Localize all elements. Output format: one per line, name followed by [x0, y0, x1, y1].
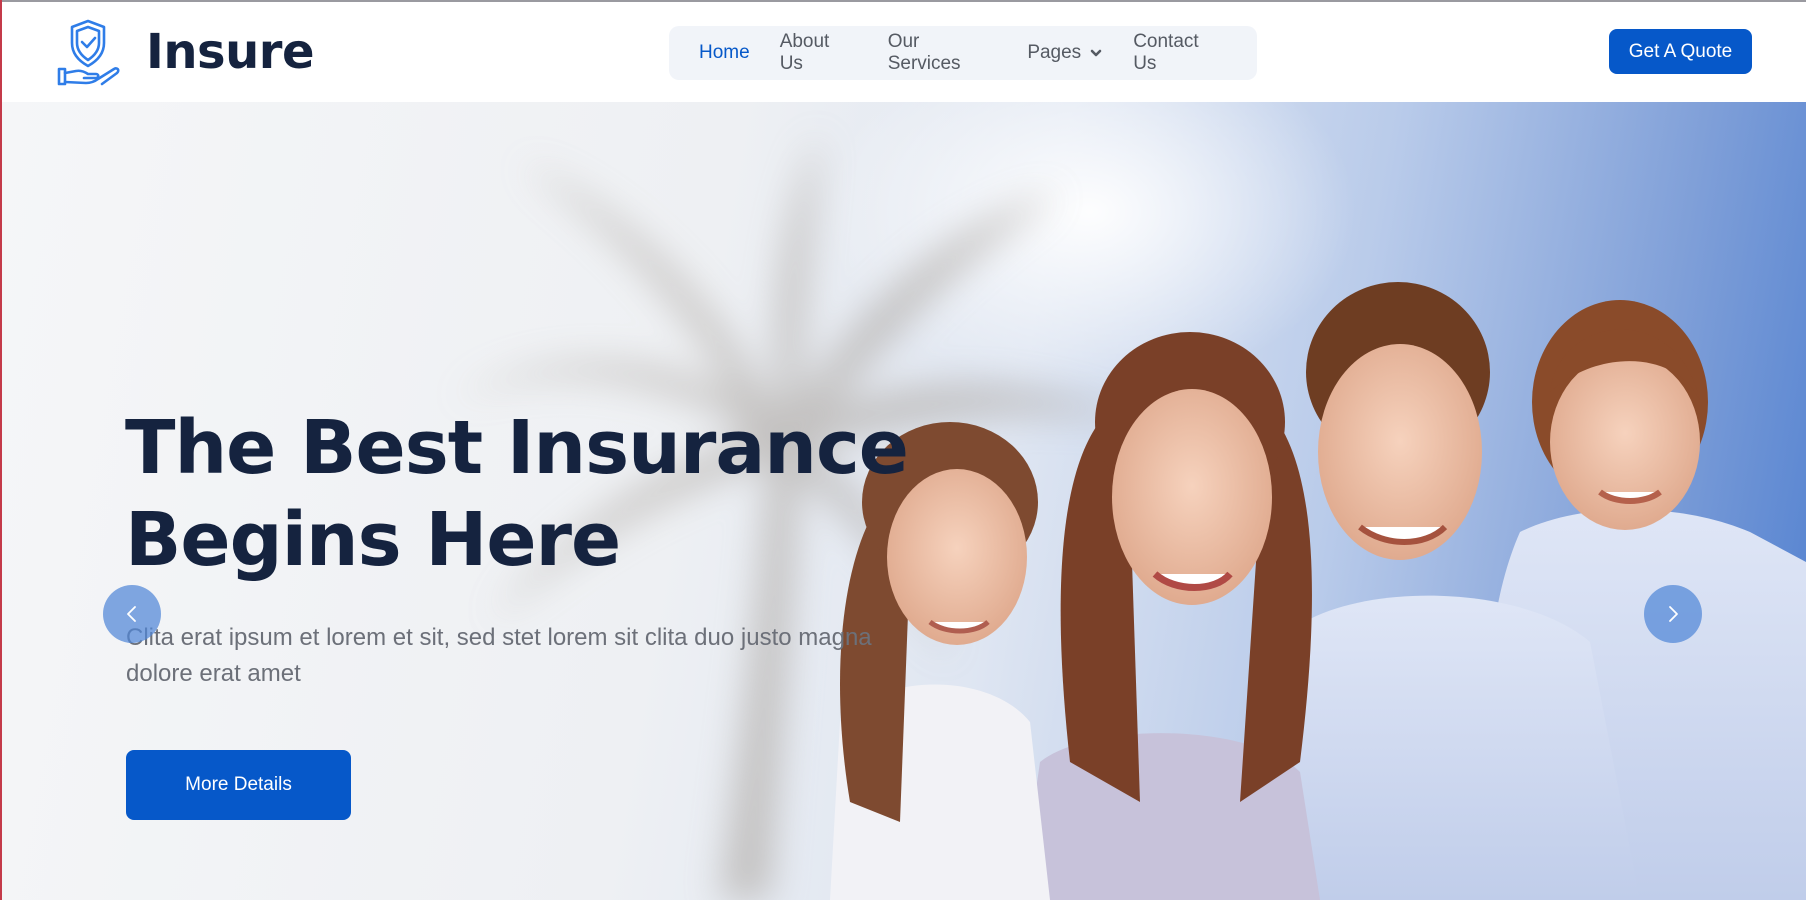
site-header: Insure Home About Us Our Services Pages … — [0, 2, 1806, 102]
shield-hand-icon — [57, 19, 120, 86]
hero-title: The Best Insurance Begins Here — [125, 402, 945, 586]
hero-subtitle: Clita erat ipsum et lorem et sit, sed st… — [126, 624, 872, 687]
carousel-prev-button[interactable] — [103, 585, 161, 643]
main-nav: Home About Us Our Services Pages Contact… — [669, 26, 1257, 80]
brand-name: Insure — [146, 24, 315, 80]
chevron-right-icon — [1669, 606, 1678, 622]
page: Insure Home About Us Our Services Pages … — [0, 0, 1806, 900]
more-details-button[interactable]: More Details — [126, 750, 351, 820]
nav-item-about-us[interactable]: About Us — [780, 31, 858, 75]
nav-item-our-services[interactable]: Our Services — [888, 31, 998, 75]
nav-item-pages-label: Pages — [1027, 42, 1082, 63]
chevron-down-icon — [1090, 49, 1102, 57]
hero-title-line-2: Begins Here — [125, 497, 621, 583]
hero-carousel: The Best Insurance Begins Here Clita era… — [0, 102, 1806, 900]
hero-title-line-1: The Best Insurance — [125, 405, 909, 491]
left-border — [0, 0, 2, 900]
smiling-family-photo — [830, 282, 1806, 900]
nav-item-home[interactable]: Home — [699, 42, 750, 64]
nav-item-contact-us[interactable]: Contact Us — [1133, 31, 1227, 75]
brand[interactable]: Insure — [56, 16, 315, 88]
get-a-quote-button[interactable]: Get A Quote — [1609, 29, 1752, 74]
carousel-next-button[interactable] — [1644, 585, 1702, 643]
nav-item-pages[interactable]: Pages — [1027, 42, 1103, 64]
chevron-left-icon — [127, 606, 136, 622]
